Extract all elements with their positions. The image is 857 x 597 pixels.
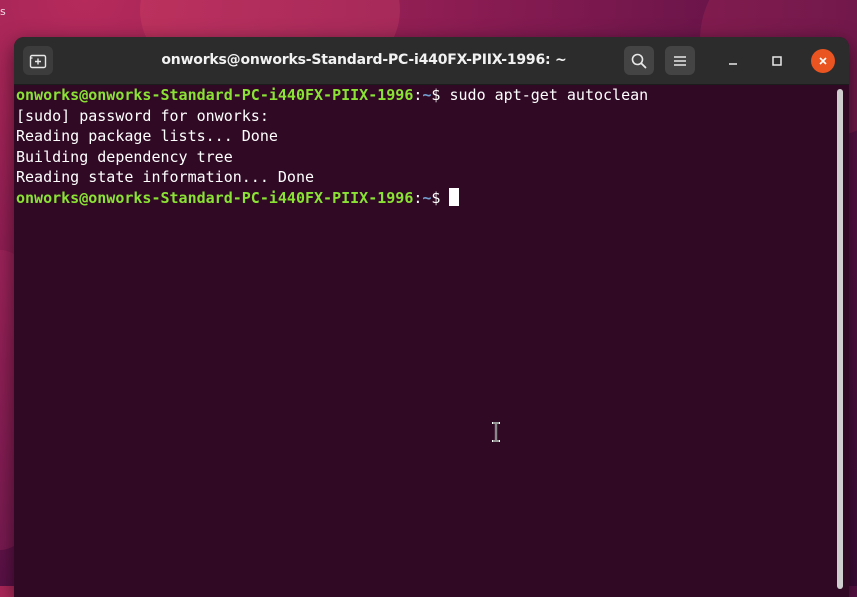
ibeam-cursor-icon xyxy=(492,422,500,442)
maximize-icon xyxy=(772,56,782,66)
prompt-user-host: onworks@onworks-Standard-PC-i440FX-PIIX-… xyxy=(16,188,414,207)
terminal-window: onworks@onworks-Standard-PC-i440FX-PIIX-… xyxy=(14,37,849,597)
prompt-symbol: $ xyxy=(431,188,450,207)
terminal-line: onworks@onworks-Standard-PC-i440FX-PIIX-… xyxy=(16,187,460,209)
terminal-output[interactable]: onworks@onworks-Standard-PC-i440FX-PIIX-… xyxy=(14,85,834,597)
terminal-line: Reading package lists... Done xyxy=(16,127,278,145)
search-button[interactable] xyxy=(624,46,654,75)
new-tab-icon xyxy=(29,54,47,68)
new-tab-button[interactable] xyxy=(23,46,53,75)
terminal-line: Reading state information... Done xyxy=(16,168,315,186)
header-bar: onworks@onworks-Standard-PC-i440FX-PIIX-… xyxy=(14,37,849,85)
close-button[interactable] xyxy=(811,49,835,73)
scrollbar[interactable] xyxy=(837,89,843,589)
desktop-edge-mark: s xyxy=(0,5,6,18)
terminal-line: Building dependency tree xyxy=(16,147,233,166)
terminal-line: [sudo] password for onworks: xyxy=(16,106,269,125)
terminal-line: onworks@onworks-Standard-PC-i440FX-PIIX-… xyxy=(16,85,648,106)
minimize-icon xyxy=(729,63,737,65)
hamburger-menu-icon xyxy=(674,55,686,66)
menu-button[interactable] xyxy=(665,46,695,75)
command-text: sudo apt-get autoclean xyxy=(449,86,649,104)
search-icon xyxy=(631,53,647,68)
close-icon xyxy=(819,57,827,65)
maximize-button[interactable] xyxy=(765,49,789,73)
minimize-button[interactable] xyxy=(721,49,745,73)
window-title: onworks@onworks-Standard-PC-i440FX-PIIX-… xyxy=(161,52,567,68)
prompt-user-host: onworks@onworks-Standard-PC-i440FX-PIIX-… xyxy=(16,86,414,104)
text-cursor xyxy=(449,187,460,206)
prompt-symbol: $ xyxy=(431,86,450,104)
